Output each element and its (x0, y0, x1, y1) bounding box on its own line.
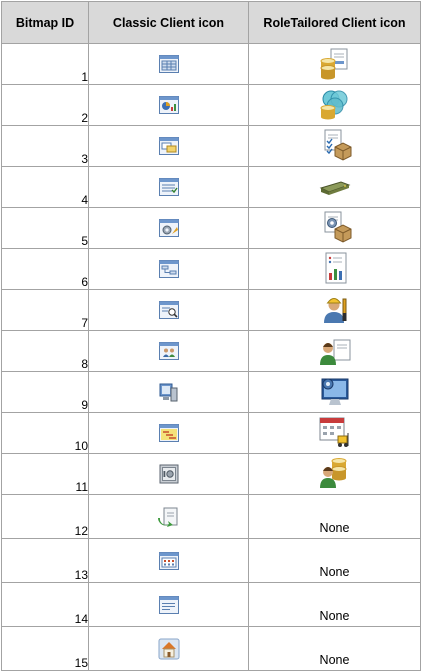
calendar-forklift-icon (317, 416, 353, 450)
bitmap-id-cell: 15 (1, 626, 89, 671)
none-label: None (319, 653, 350, 667)
bitmap-id-cell: 4 (1, 166, 89, 208)
none-label: None (319, 565, 350, 579)
roletailored-icon-cell (248, 289, 421, 331)
bitmap-id-cell: 12 (1, 494, 89, 539)
monitor-gear-icon (317, 375, 353, 409)
bar-chart-page-icon (317, 252, 353, 286)
roletailored-icon-cell: None (248, 494, 421, 539)
table-row: 13 None (1, 538, 421, 583)
bitmap-id-cell: 8 (1, 330, 89, 372)
table-row: 10 (1, 412, 421, 454)
server-device-icon (317, 170, 353, 204)
users-window-icon (158, 341, 180, 361)
bitmap-id-cell: 14 (1, 582, 89, 627)
roletailored-icon-cell (248, 371, 421, 413)
bitmap-icon-table: Bitmap ID Classic Client icon RoleTailor… (1, 1, 421, 671)
table-row: 1 (1, 43, 421, 85)
table-row: 6 (1, 248, 421, 290)
classic-icon-cell (88, 582, 249, 627)
gantt-icon (158, 423, 180, 443)
classic-icon-cell (88, 125, 249, 167)
classic-icon-cell (88, 412, 249, 454)
list-window-icon (158, 177, 180, 197)
table-row: 15 None (1, 626, 421, 671)
classic-icon-cell (88, 453, 249, 495)
header-roletailored-client-icon: RoleTailored Client icon (248, 1, 421, 44)
bitmap-id-cell: 2 (1, 84, 89, 126)
people-document-icon (317, 334, 353, 368)
calendar-window-icon (158, 551, 180, 571)
chart-report-icon (158, 95, 180, 115)
computer-window-icon (158, 381, 180, 403)
none-label: None (319, 609, 350, 623)
classic-icon-cell (88, 289, 249, 331)
bitmap-id-cell: 1 (1, 43, 89, 85)
roletailored-icon-cell (248, 412, 421, 454)
checklist-box-icon (317, 129, 353, 163)
bitmap-id-cell: 11 (1, 453, 89, 495)
header-bitmap-id: Bitmap ID (1, 1, 89, 44)
magnifier-window-icon (158, 300, 180, 320)
safe-icon (158, 463, 180, 485)
classic-icon-cell (88, 84, 249, 126)
bitmap-id-cell: 3 (1, 125, 89, 167)
bitmap-id-cell: 10 (1, 412, 89, 454)
classic-icon-cell (88, 371, 249, 413)
table-row: 8 (1, 330, 421, 372)
header-row: Bitmap ID Classic Client icon RoleTailor… (1, 1, 421, 44)
classic-icon-cell (88, 538, 249, 583)
table-row: 4 (1, 166, 421, 208)
gear-box-icon (317, 211, 353, 245)
bitmap-id-cell: 6 (1, 248, 89, 290)
form-window-icon (158, 595, 180, 615)
card-window-icon (158, 136, 180, 156)
classic-icon-cell (88, 494, 249, 539)
gear-window-icon (158, 218, 180, 238)
document-arrow-icon (157, 506, 180, 528)
roletailored-icon-cell (248, 207, 421, 249)
classic-icon-cell (88, 330, 249, 372)
table-row: 5 (1, 207, 421, 249)
roletailored-icon-cell (248, 125, 421, 167)
classic-icon-cell (88, 248, 249, 290)
roletailored-icon-cell: None (248, 538, 421, 583)
roletailored-icon-cell: None (248, 582, 421, 627)
database-documents-icon (317, 47, 353, 81)
classic-icon-cell (88, 43, 249, 85)
table-row: 12 None (1, 494, 421, 539)
roletailored-icon-cell (248, 43, 421, 85)
table-row: 2 (1, 84, 421, 126)
home-icon (158, 638, 180, 660)
grid-form-icon (158, 54, 180, 74)
user-database-icon (317, 457, 353, 491)
none-label: None (319, 521, 350, 535)
flowchart-icon (158, 259, 180, 279)
roletailored-icon-cell (248, 84, 421, 126)
table-row: 3 (1, 125, 421, 167)
table-row: 14 None (1, 582, 421, 627)
header-classic-client-icon: Classic Client icon (88, 1, 249, 44)
roletailored-icon-cell (248, 166, 421, 208)
classic-icon-cell (88, 626, 249, 671)
bitmap-id-cell: 9 (1, 371, 89, 413)
bitmap-id-cell: 13 (1, 538, 89, 583)
roletailored-icon-cell (248, 330, 421, 372)
roletailored-icon-cell (248, 248, 421, 290)
roletailored-icon-cell (248, 453, 421, 495)
database-venn-icon (317, 88, 353, 122)
bitmap-id-cell: 5 (1, 207, 89, 249)
classic-icon-cell (88, 166, 249, 208)
worker-tools-icon (317, 293, 353, 327)
bitmap-id-cell: 7 (1, 289, 89, 331)
classic-icon-cell (88, 207, 249, 249)
roletailored-icon-cell: None (248, 626, 421, 671)
table-row: 9 (1, 371, 421, 413)
table-row: 7 (1, 289, 421, 331)
table-row: 11 (1, 453, 421, 495)
